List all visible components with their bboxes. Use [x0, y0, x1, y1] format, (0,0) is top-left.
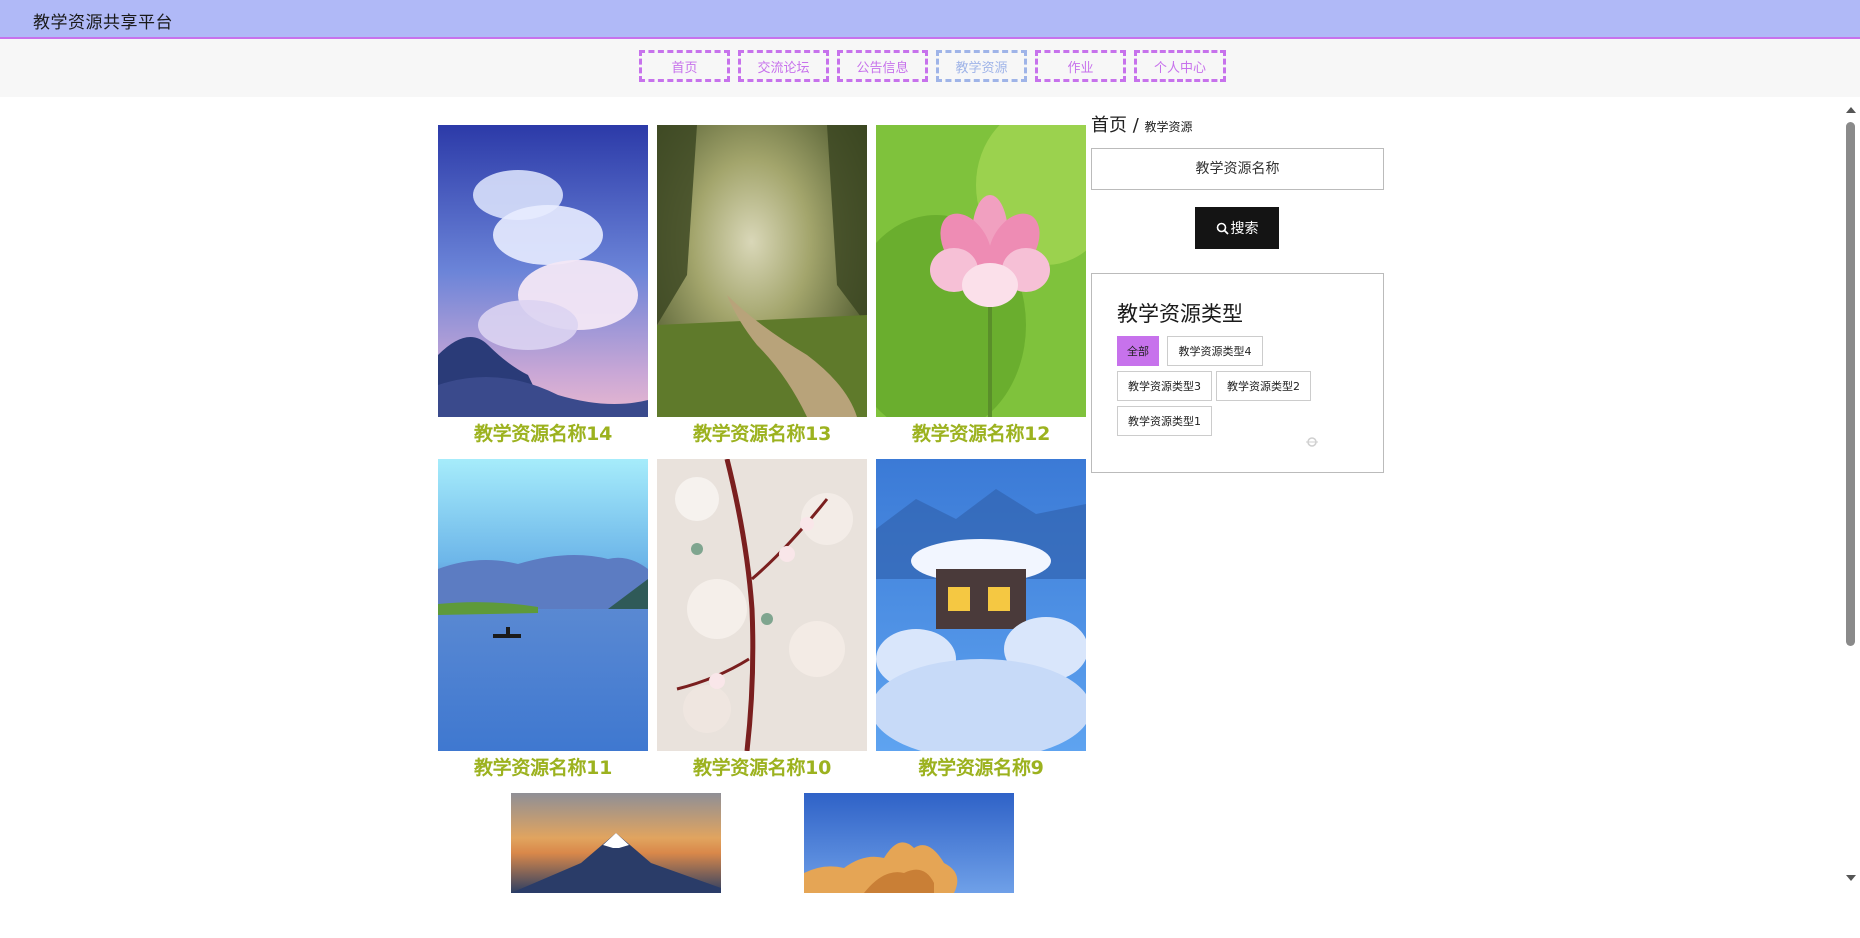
top-header-bar: 教学资源共享平台 — [0, 0, 1860, 39]
resource-card[interactable]: 教学资源名称9 — [876, 459, 1086, 779]
resource-card[interactable] — [804, 793, 1014, 893]
resource-image-golden-rocks[interactable] — [804, 793, 1014, 893]
breadcrumb-home[interactable]: 首页 — [1091, 115, 1127, 136]
resource-image-blossom-branch[interactable] — [657, 459, 867, 751]
resource-image-lotus-flower[interactable] — [876, 125, 1086, 417]
resource-image-sky-clouds[interactable] — [438, 125, 648, 417]
resource-image-lake-boat[interactable] — [438, 459, 648, 751]
type-tag-1[interactable]: 教学资源类型1 — [1117, 406, 1212, 436]
resource-image-mountain-sunset[interactable] — [511, 793, 721, 893]
resource-card[interactable] — [511, 793, 721, 893]
type-tag-3[interactable]: 教学资源类型3 — [1117, 371, 1212, 401]
resource-title[interactable]: 教学资源名称14 — [438, 419, 648, 446]
search-icon — [1216, 222, 1229, 235]
resource-card[interactable]: 教学资源名称14 — [438, 125, 648, 445]
resource-type-filter: 教学资源类型 全部 教学资源类型4 教学资源类型3 教学资源类型2 教学资源类型… — [1091, 273, 1384, 473]
nav-bar: 首页 交流论坛 公告信息 教学资源 作业 个人中心 — [0, 39, 1860, 97]
resource-card[interactable]: 教学资源名称11 — [438, 459, 648, 779]
resource-card[interactable]: 教学资源名称10 — [657, 459, 867, 779]
type-tag-all[interactable]: 全部 — [1117, 336, 1159, 366]
nav-resources[interactable]: 教学资源 — [936, 50, 1027, 82]
breadcrumb: 首页 / 教学资源 — [1091, 114, 1384, 138]
search-button-label: 搜索 — [1230, 221, 1259, 237]
resource-title[interactable]: 教学资源名称9 — [876, 753, 1086, 780]
resource-image-forest-path[interactable] — [657, 125, 867, 417]
nav-forum[interactable]: 交流论坛 — [738, 50, 829, 82]
breadcrumb-current: 教学资源 — [1144, 120, 1193, 134]
search-input[interactable] — [1091, 148, 1384, 190]
main-nav: 首页 交流论坛 公告信息 教学资源 作业 个人中心 — [639, 50, 1226, 82]
resource-card[interactable]: 教学资源名称12 — [876, 125, 1086, 445]
resource-card[interactable]: 教学资源名称13 — [657, 125, 867, 445]
type-filter-title: 教学资源类型 — [1117, 302, 1243, 326]
sidebar: 首页 / 教学资源 搜索 教学资源类型 全部 教学资源类型4 教学资源类型3 教… — [1091, 114, 1384, 473]
site-title: 教学资源共享平台 — [33, 13, 173, 33]
page-scrollbar[interactable] — [1842, 97, 1860, 890]
search-button[interactable]: 搜索 — [1195, 207, 1279, 249]
scroll-down-arrow-icon[interactable] — [1846, 875, 1856, 881]
resource-title[interactable]: 教学资源名称12 — [876, 419, 1086, 446]
nav-announcements[interactable]: 公告信息 — [837, 50, 928, 82]
resource-title[interactable]: 教学资源名称11 — [438, 753, 648, 780]
resource-image-snow-cabin[interactable] — [876, 459, 1086, 751]
nav-profile[interactable]: 个人中心 — [1134, 50, 1226, 82]
type-tag-4[interactable]: 教学资源类型4 — [1167, 336, 1263, 366]
scroll-up-arrow-icon[interactable] — [1846, 107, 1856, 113]
breadcrumb-separator: / — [1132, 115, 1139, 136]
nav-home[interactable]: 首页 — [639, 50, 730, 82]
loading-spinner-icon — [1306, 437, 1318, 447]
nav-homework[interactable]: 作业 — [1035, 50, 1126, 82]
type-tag-2[interactable]: 教学资源类型2 — [1216, 371, 1311, 401]
scrollbar-thumb[interactable] — [1846, 122, 1855, 646]
resource-title[interactable]: 教学资源名称10 — [657, 753, 867, 780]
resource-title[interactable]: 教学资源名称13 — [657, 419, 867, 446]
